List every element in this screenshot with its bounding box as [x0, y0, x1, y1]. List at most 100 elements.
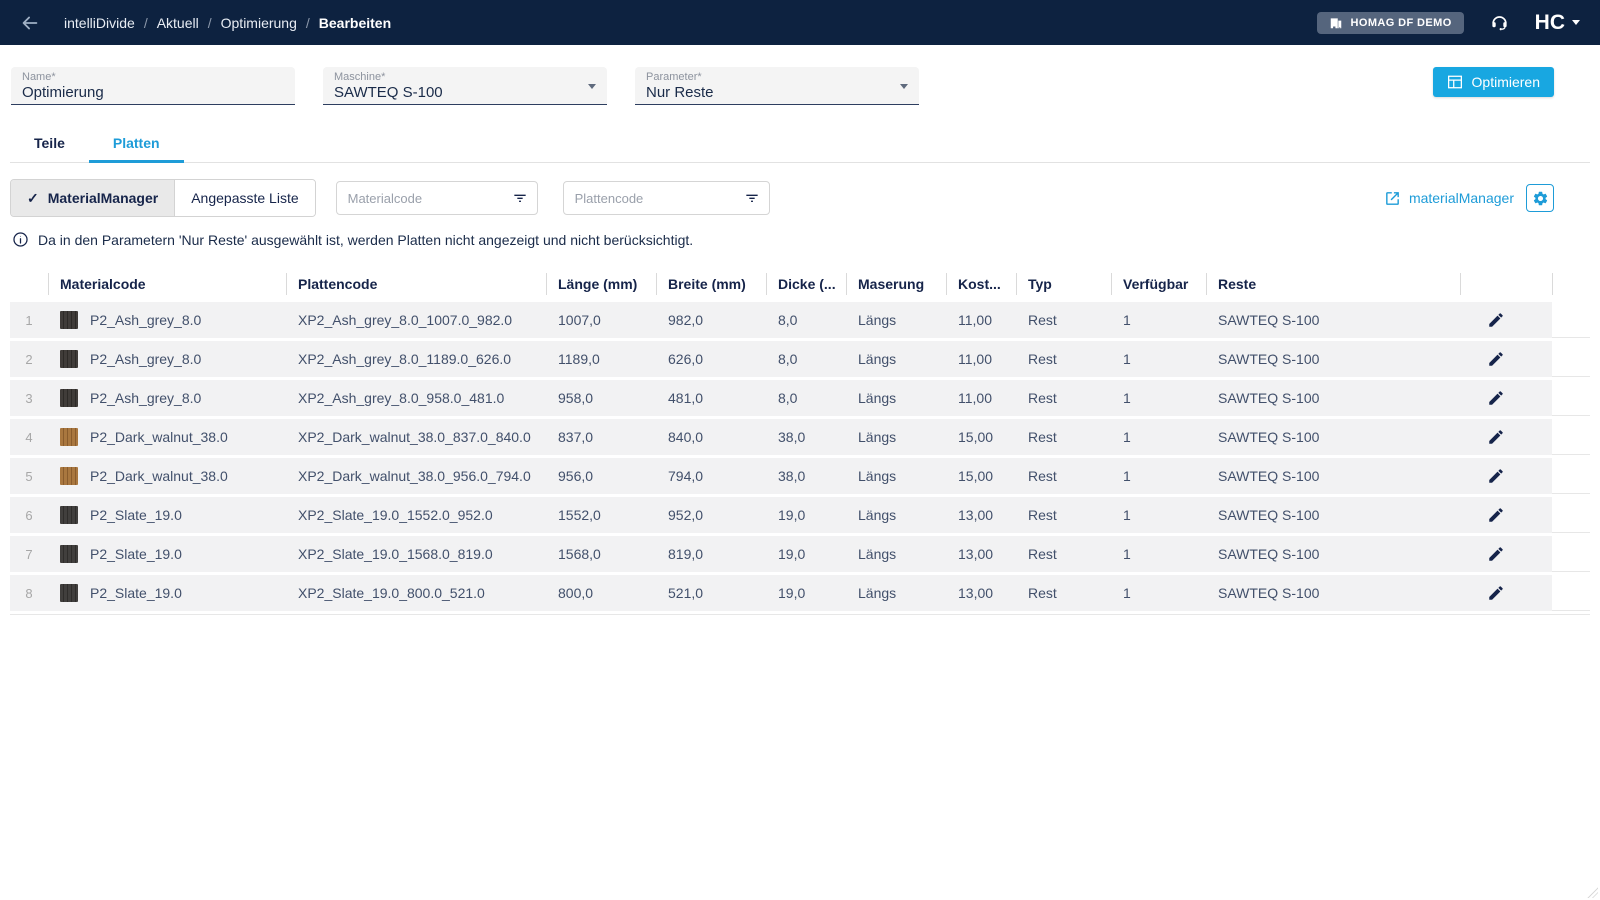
materialcode-cell: P2_Dark_walnut_38.0 — [48, 458, 286, 494]
breadcrumb-separator: / — [207, 14, 212, 31]
kosten-cell: 11,00 — [946, 341, 1016, 377]
edit-row-button[interactable] — [1483, 307, 1509, 333]
row-filler — [1552, 458, 1590, 494]
navbar-right: HOMAG DF DEMO HC — [1316, 11, 1580, 35]
edit-row-button[interactable] — [1483, 463, 1509, 489]
column-header-empty — [1460, 266, 1552, 302]
tenant-label: HOMAG DF DEMO — [1350, 16, 1452, 29]
row-filler — [1552, 575, 1590, 611]
account-menu[interactable]: HC — [1535, 11, 1580, 35]
job-form: Name* Optimierung Maschine* SAWTEQ S-100… — [0, 45, 1600, 105]
settings-button[interactable] — [1526, 184, 1554, 212]
reste-cell: SAWTEQ S-100 — [1206, 497, 1460, 533]
table-row: 8 P2_Slate_19.0 XP2_Slate_19.0_800.0_521… — [10, 575, 1590, 611]
parameter-select[interactable]: Parameter* Nur Reste — [635, 67, 919, 105]
support-button[interactable] — [1490, 13, 1509, 32]
typ-cell: Rest — [1016, 341, 1111, 377]
materialcode-text: P2_Ash_grey_8.0 — [90, 312, 202, 328]
row-number: 1 — [10, 302, 48, 338]
edit-cell — [1460, 536, 1552, 572]
dicke-cell: 38,0 — [766, 419, 846, 455]
breite-cell: 952,0 — [656, 497, 766, 533]
table-header: Materialcode Plattencode Länge (mm) Breite … — [10, 266, 1590, 302]
row-filler — [1552, 302, 1590, 338]
verfuegbar-cell: 1 — [1111, 419, 1206, 455]
tenant-button[interactable]: HOMAG DF DEMO — [1316, 11, 1464, 34]
pencil-icon — [1489, 586, 1503, 600]
breadcrumb-item[interactable]: Optimierung — [221, 15, 297, 31]
dicke-cell: 8,0 — [766, 302, 846, 338]
name-field[interactable]: Name* Optimierung — [11, 67, 295, 105]
edit-row-button[interactable] — [1483, 580, 1509, 606]
column-header: Kost... — [946, 266, 1016, 302]
row-number: 8 — [10, 575, 48, 611]
reste-cell: SAWTEQ S-100 — [1206, 458, 1460, 494]
materialcode-text: P2_Slate_19.0 — [90, 507, 182, 523]
dicke-cell: 8,0 — [766, 380, 846, 416]
optimize-label: Optimieren — [1471, 74, 1540, 90]
materialcode-text: P2_Slate_19.0 — [90, 585, 182, 601]
materialcode-filter — [335, 181, 538, 215]
back-button[interactable] — [16, 9, 44, 37]
machine-select[interactable]: Maschine* SAWTEQ S-100 — [323, 67, 607, 105]
edit-row-button[interactable] — [1483, 424, 1509, 450]
tab-platten[interactable]: Platten — [88, 135, 184, 163]
verfuegbar-cell: 1 — [1111, 536, 1206, 572]
cutting-pattern-icon — [1447, 75, 1462, 89]
material-manager-link[interactable]: materialManager — [1384, 190, 1514, 207]
table-row: 2 P2_Ash_grey_8.0 XP2_Ash_grey_8.0_1189.… — [10, 341, 1590, 377]
optimize-button[interactable]: Optimieren — [1432, 67, 1554, 97]
plattencode-cell: XP2_Slate_19.0_1568.0_819.0 — [286, 536, 546, 572]
column-header: Dicke (... — [766, 266, 846, 302]
edit-cell — [1460, 458, 1552, 494]
maserung-cell: Längs — [846, 302, 946, 338]
laenge-cell: 837,0 — [546, 419, 656, 455]
row-filler — [1552, 380, 1590, 416]
laenge-cell: 800,0 — [546, 575, 656, 611]
homag-logo: HC — [1534, 10, 1565, 34]
maserung-cell: Längs — [846, 380, 946, 416]
kosten-cell: 11,00 — [946, 380, 1016, 416]
reste-cell: SAWTEQ S-100 — [1206, 575, 1460, 611]
edit-row-button[interactable] — [1483, 541, 1509, 567]
plattencode-cell: XP2_Dark_walnut_38.0_956.0_794.0 — [286, 458, 546, 494]
filter-icon[interactable] — [744, 190, 760, 206]
toggle-custom-list[interactable]: Angepasste Liste — [174, 180, 315, 216]
material-swatch — [60, 506, 78, 524]
breadcrumb-separator: / — [305, 14, 310, 31]
typ-cell: Rest — [1016, 497, 1111, 533]
filter-icon[interactable] — [512, 190, 528, 206]
material-swatch — [60, 467, 78, 485]
parameter-label: Parameter* — [646, 71, 702, 83]
platten-table: Materialcode Plattencode Länge (mm) Breite … — [10, 266, 1590, 615]
kosten-cell: 13,00 — [946, 536, 1016, 572]
typ-cell: Rest — [1016, 380, 1111, 416]
tab-teile[interactable]: Teile — [10, 135, 89, 162]
materialcode-cell: P2_Ash_grey_8.0 — [48, 341, 286, 377]
materialcode-cell: P2_Slate_19.0 — [48, 497, 286, 533]
row-filler — [1552, 536, 1590, 572]
table-row: 5 P2_Dark_walnut_38.0 XP2_Dark_walnut_38… — [10, 458, 1590, 494]
table-row: 3 P2_Ash_grey_8.0 XP2_Ash_grey_8.0_958.0… — [10, 380, 1590, 416]
material-swatch — [60, 311, 78, 329]
verfuegbar-cell: 1 — [1111, 341, 1206, 377]
plattencode-filter-input[interactable] — [574, 190, 744, 206]
typ-cell: Rest — [1016, 458, 1111, 494]
controls-right: materialManager — [1384, 184, 1554, 212]
pencil-icon — [1489, 508, 1503, 522]
edit-row-button[interactable] — [1483, 502, 1509, 528]
breadcrumb-item[interactable]: intelliDivide — [64, 15, 135, 31]
breite-cell: 794,0 — [656, 458, 766, 494]
breadcrumb-item[interactable]: Aktuell — [157, 15, 199, 31]
edit-row-button[interactable] — [1483, 385, 1509, 411]
materialcode-filter-input[interactable] — [347, 190, 512, 206]
resize-grip[interactable] — [1586, 886, 1598, 898]
column-header: Materialcode — [48, 266, 286, 302]
materialcode-text: P2_Dark_walnut_38.0 — [90, 429, 228, 445]
row-number: 3 — [10, 380, 48, 416]
toggle-material-manager[interactable]: ✓ MaterialManager — [11, 180, 175, 216]
typ-cell: Rest — [1016, 536, 1111, 572]
breite-cell: 626,0 — [656, 341, 766, 377]
edit-row-button[interactable] — [1483, 346, 1509, 372]
edit-cell — [1460, 419, 1552, 455]
